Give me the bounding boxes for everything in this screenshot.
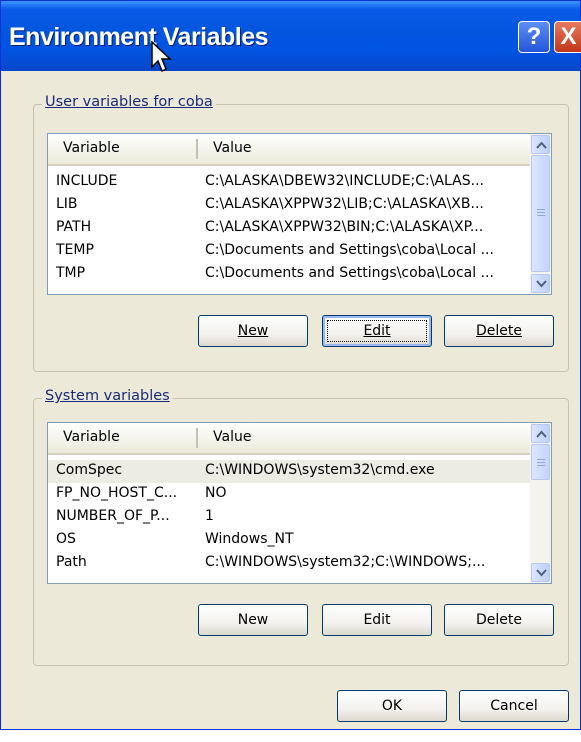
user-delete-button[interactable]: Delete xyxy=(444,315,554,347)
cancel-button[interactable]: Cancel xyxy=(459,690,569,722)
list-header: Variable Value xyxy=(48,423,551,455)
list-header: Variable Value xyxy=(48,134,551,166)
list-item[interactable]: ComSpec C:\WINDOWS\system32\cmd.exe xyxy=(48,460,530,483)
title-bar[interactable]: Environment Variables ? X xyxy=(1,1,581,71)
window-title: Environment Variables xyxy=(9,23,269,51)
list-item[interactable]: PATH C:\ALASKA\XPPW32\BIN;C:\ALASKA\XP... xyxy=(48,217,530,240)
chevron-down-icon xyxy=(536,280,547,288)
list-item[interactable]: LIB C:\ALASKA\XPPW32\LIB;C:\ALASKA\XB... xyxy=(48,194,530,217)
user-new-button[interactable]: New xyxy=(198,315,308,347)
column-header-value[interactable]: Value xyxy=(213,140,251,156)
mouse-cursor-icon xyxy=(151,41,172,73)
close-button[interactable]: X xyxy=(554,21,581,53)
scroll-thumb[interactable] xyxy=(531,155,550,272)
scroll-up-button[interactable] xyxy=(531,135,550,154)
list-item[interactable]: Path C:\WINDOWS\system32;C:\WINDOWS;... xyxy=(48,552,530,575)
ok-button[interactable]: OK xyxy=(337,690,447,722)
chevron-up-icon xyxy=(536,430,547,438)
scroll-down-button[interactable] xyxy=(531,563,550,582)
system-variables-list[interactable]: Variable Value ComSpec C:\WINDOWS\system3… xyxy=(47,422,552,584)
environment-variables-dialog: Environment Variables ? X User variables… xyxy=(0,0,581,730)
chevron-up-icon xyxy=(536,141,547,149)
vertical-scrollbar[interactable] xyxy=(530,423,551,583)
help-button[interactable]: ? xyxy=(518,21,550,53)
list-item[interactable]: NUMBER_OF_P... 1 xyxy=(48,506,530,529)
column-header-variable[interactable]: Variable xyxy=(63,140,120,156)
system-new-button[interactable]: New xyxy=(198,604,308,636)
system-variables-group: System variables Variable Value ComSpec C… xyxy=(33,388,569,666)
user-variables-label: User variables for coba xyxy=(42,94,216,110)
chevron-down-icon xyxy=(536,569,547,577)
column-header-variable[interactable]: Variable xyxy=(63,429,120,445)
list-item[interactable]: FP_NO_HOST_C... NO xyxy=(48,483,530,506)
list-item[interactable]: TMP C:\Documents and Settings\coba\Local … xyxy=(48,263,530,286)
column-header-value[interactable]: Value xyxy=(213,429,251,445)
user-variables-list[interactable]: Variable Value INCLUDE C:\ALASKA\DBEW32\I… xyxy=(47,133,552,295)
system-variables-label: System variables xyxy=(42,388,173,404)
system-edit-button[interactable]: Edit xyxy=(322,604,432,636)
user-variables-group: User variables for coba Variable Value I… xyxy=(33,94,569,372)
scroll-down-button[interactable] xyxy=(531,274,550,293)
list-item[interactable]: OS Windows_NT xyxy=(48,529,530,552)
scroll-thumb[interactable] xyxy=(531,444,550,480)
scroll-up-button[interactable] xyxy=(531,424,550,443)
list-item[interactable]: INCLUDE C:\ALASKA\DBEW32\INCLUDE;C:\ALAS.… xyxy=(48,171,530,194)
user-edit-button[interactable]: Edit xyxy=(322,315,432,347)
list-item[interactable]: TEMP C:\Documents and Settings\coba\Local… xyxy=(48,240,530,263)
vertical-scrollbar[interactable] xyxy=(530,134,551,294)
system-delete-button[interactable]: Delete xyxy=(444,604,554,636)
